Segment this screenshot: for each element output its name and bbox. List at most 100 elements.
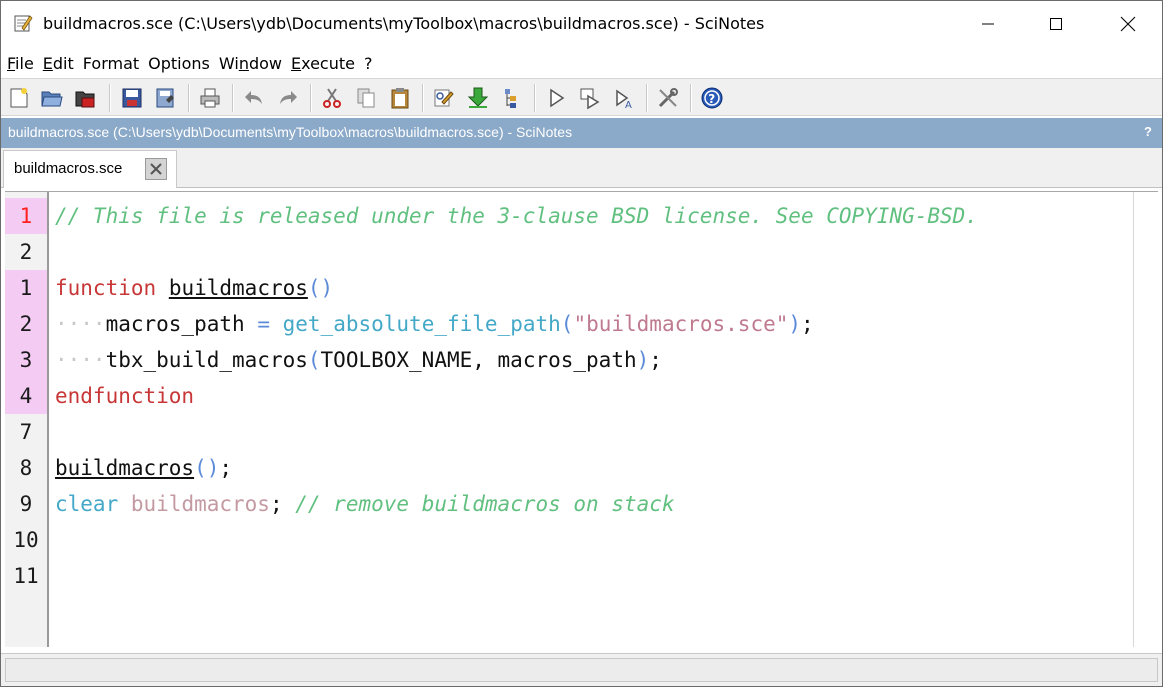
code-line: buildmacros(); [55,450,232,486]
code-function-name: buildmacros [168,276,308,300]
save-as-button[interactable] [153,85,179,111]
code-keyword: endfunction [55,384,195,408]
print-button[interactable] [197,85,223,111]
menu-options[interactable]: Options [148,54,210,73]
minimize-icon [982,23,994,25]
menu-format[interactable]: Format [83,54,139,73]
code-command: clear [55,492,119,516]
code-semicolon: ; [269,492,283,516]
minimize-button[interactable] [959,1,1017,47]
maximize-button[interactable] [1027,1,1085,47]
line-number-gutter[interactable]: 1 2 1 2 3 4 7 8 9 10 11 [5,192,49,647]
code-editor[interactable]: 1 2 1 2 3 4 7 8 9 10 11 // This file is … [5,191,1158,647]
cut-button[interactable] [319,85,345,111]
toolbar-separator [646,84,648,112]
menu-file[interactable]: File [7,54,34,73]
code-paren: ) [636,348,650,372]
open-file-button[interactable] [39,85,65,111]
tab-label: buildmacros.sce [14,160,123,177]
download-arrow-icon [467,87,489,108]
tab-buildmacros[interactable]: buildmacros.sce [3,150,177,188]
save-as-icon [156,88,174,108]
code-function-call: tbx_build_macros [105,348,308,372]
tools-icon [658,88,678,108]
run-button[interactable] [543,85,569,111]
code-paren: ( [560,312,574,336]
menu-bar: File Edit Format Options Window Execute … [1,49,1162,77]
code-builtin-function: get_absolute_file_path [282,312,561,336]
code-function-call: buildmacros [55,456,195,480]
paste-icon [391,88,409,109]
print-icon [200,88,220,108]
line-number: 10 [13,528,39,552]
menu-help[interactable]: ? [364,54,373,73]
find-replace-icon [434,89,454,107]
line-number: 4 [5,378,47,414]
code-paren: ) [788,312,802,336]
run-with-echo-icon [580,88,600,110]
save-icon [122,88,142,108]
toolbar-separator [109,84,111,112]
open-recent-icon [75,91,95,108]
toolbar-separator [188,84,190,112]
new-file-button[interactable] [6,85,32,111]
toolbar-separator [534,84,536,112]
redo-icon [280,91,297,104]
code-paren: () [194,456,220,480]
maximize-icon [1050,18,1062,30]
load-into-scilab-button[interactable] [465,85,491,111]
code-line: ····macros_path = get_absolute_file_path… [55,312,814,336]
toolbar-separator [232,84,234,112]
menu-window[interactable]: Window [219,54,282,73]
preferences-button[interactable] [655,85,681,111]
edge-marker-line [1133,192,1134,647]
code-semicolon: ; [219,456,233,480]
window-title: buildmacros.sce (C:\Users\ydb\Documents\… [43,14,765,33]
help-button[interactable]: ? [699,85,725,111]
document-path-label: buildmacros.sce (C:\Users\ydb\Documents\… [8,124,573,140]
menu-edit[interactable]: Edit [43,54,74,73]
execute-file-button[interactable] [499,85,525,111]
code-keyword: function [55,276,157,300]
line-number: 2 [5,306,47,342]
find-replace-button[interactable] [431,85,457,111]
paste-button[interactable] [387,85,413,111]
code-operator: = [257,312,270,336]
open-recent-button[interactable] [73,85,99,111]
line-number: 8 [19,456,33,480]
tab-strip: buildmacros.sce [1,148,1162,188]
execute-file-icon [505,89,516,108]
help-icon: ? [701,87,723,109]
code-text-area[interactable]: // This file is released under the 3-cla… [55,192,1131,647]
code-arguments: TOOLBOX_NAME, macros_path [320,348,637,372]
toolbar-separator [422,84,424,112]
info-help-button[interactable]: ? [1144,124,1152,139]
code-semicolon: ; [649,348,662,372]
status-field [5,658,1158,682]
scinotes-app-icon [14,15,33,32]
save-button[interactable] [119,85,145,111]
copy-button[interactable] [353,85,379,111]
title-bar: buildmacros.sce (C:\Users\ydb\Documents\… [1,1,1162,47]
close-window-button[interactable] [1099,1,1157,47]
undo-button[interactable] [241,85,267,111]
run-with-echo-button[interactable] [577,85,603,111]
close-tab-button[interactable] [145,158,167,180]
undo-icon [245,91,262,104]
line-number: 2 [19,240,33,264]
line-number: 9 [19,492,33,516]
code-semicolon: ; [801,312,814,336]
svg-text:?: ? [708,92,715,106]
code-line: function buildmacros() [55,270,333,306]
code-line: endfunction [55,378,194,414]
code-comment: // remove buildmacros on stack [295,492,675,516]
line-number: 1 [5,270,47,306]
run-until-button[interactable]: A [611,85,637,111]
copy-icon [357,88,375,108]
code-variable: macros_path [105,312,245,336]
line-number: 11 [13,564,39,588]
code-line: ····tbx_build_macros(TOOLBOX_NAME, macro… [55,348,662,372]
menu-execute[interactable]: Execute [291,54,355,73]
play-icon [550,88,565,108]
redo-button[interactable] [275,85,301,111]
